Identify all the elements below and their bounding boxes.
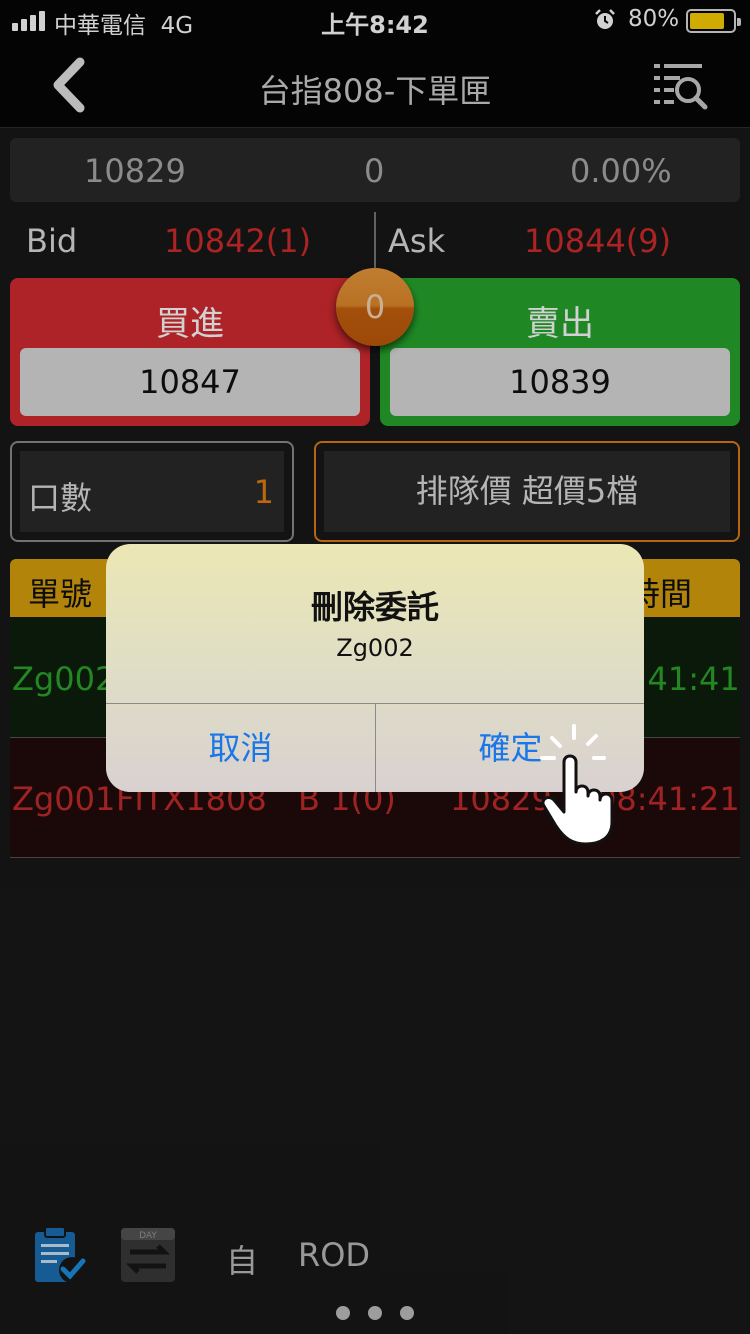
dialog-message: Zg002 — [336, 634, 414, 662]
dialog-title: 刪除委託 — [310, 588, 439, 626]
cancel-button[interactable]: 取消 — [106, 704, 375, 792]
tap-hand-icon — [540, 724, 614, 846]
